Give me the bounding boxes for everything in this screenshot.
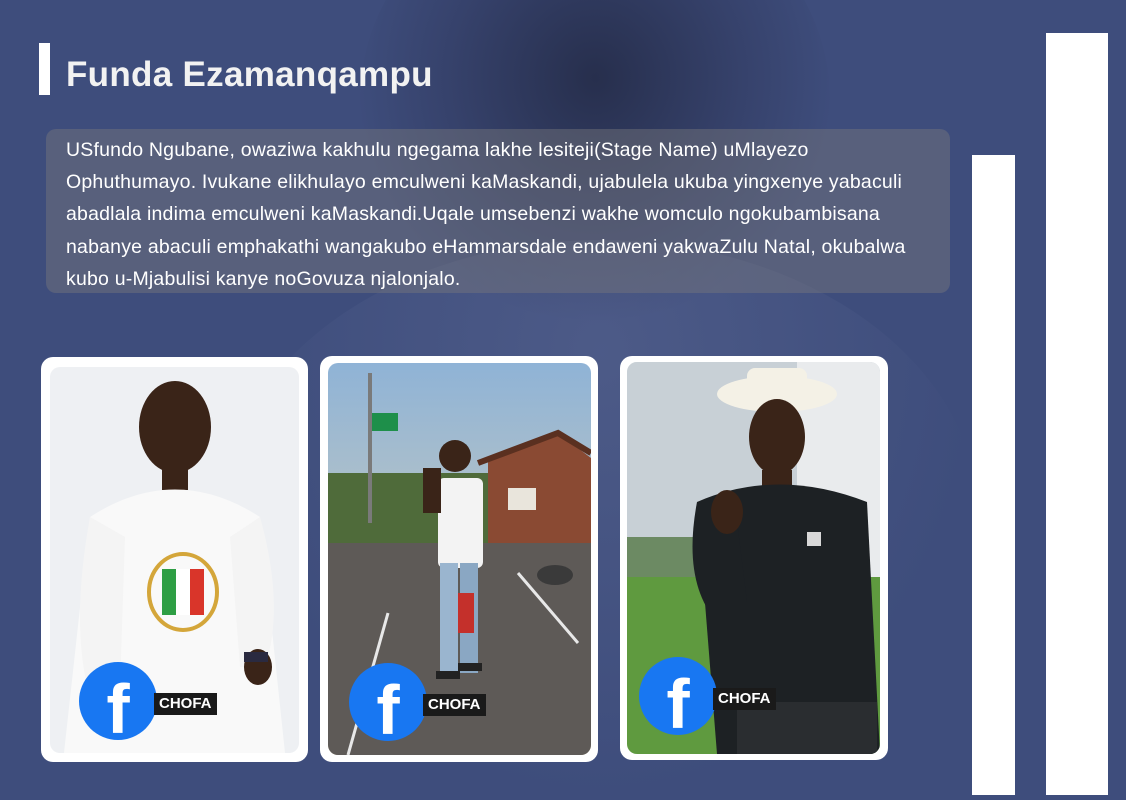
photo-card-2[interactable]: f CHOFA [320, 356, 598, 762]
photo-card-1[interactable]: f CHOFA [41, 357, 308, 762]
photo-card-3[interactable]: f CHOFA [620, 356, 888, 760]
chofa-tag: CHOFA [423, 694, 486, 716]
facebook-icon[interactable]: f [79, 662, 157, 744]
chofa-tag: CHOFA [154, 693, 217, 715]
facebook-icon[interactable]: f [639, 657, 717, 739]
decorative-bar-short [972, 155, 1015, 795]
chofa-tag: CHOFA [713, 688, 776, 710]
bio-panel: USfundo Ngubane, owaziwa kakhulu ngegama… [46, 129, 950, 293]
page-title: Funda Ezamanqampu [66, 55, 433, 94]
title-accent-mark [39, 43, 50, 95]
bio-text: USfundo Ngubane, owaziwa kakhulu ngegama… [66, 139, 906, 290]
facebook-icon[interactable]: f [349, 663, 427, 745]
decorative-bar-tall [1046, 33, 1108, 795]
